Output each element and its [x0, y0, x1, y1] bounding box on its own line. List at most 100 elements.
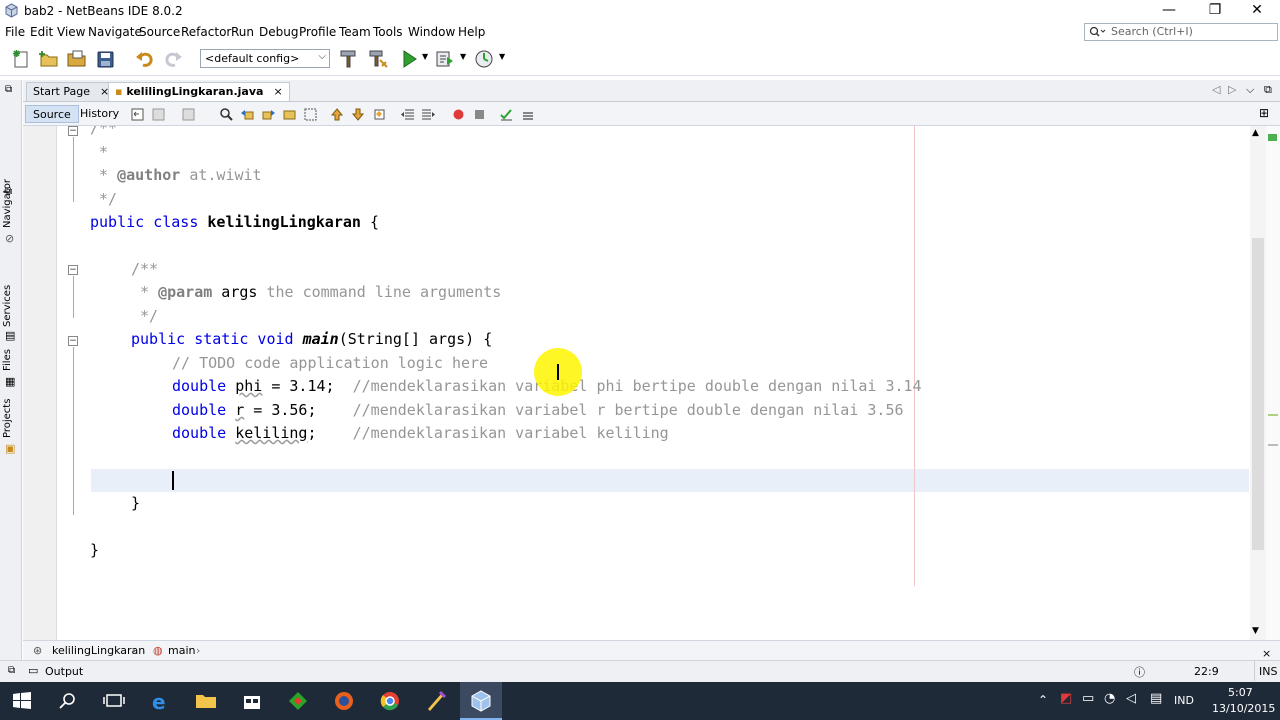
clock-date[interactable]: 13/10/2015: [1212, 702, 1275, 715]
comment-lines-icon[interactable]: [520, 107, 535, 122]
source-mode-button[interactable]: Source: [25, 105, 79, 123]
show-hidden-icons-icon[interactable]: ⌃: [1038, 693, 1048, 707]
menu-navigate[interactable]: Navigate: [88, 25, 142, 39]
notifications-icon[interactable]: ⓘ: [1134, 664, 1145, 680]
menu-file[interactable]: File: [5, 25, 25, 39]
line-number-gutter: [23, 126, 57, 640]
app-green-icon[interactable]: [286, 689, 310, 713]
menu-window[interactable]: Window: [408, 25, 455, 39]
input-language[interactable]: IND: [1174, 694, 1194, 707]
menu-source[interactable]: Source: [139, 25, 180, 39]
windows-start-icon[interactable]: [10, 689, 34, 713]
open-project-icon[interactable]: [66, 48, 88, 70]
search-input[interactable]: Search (Ctrl+I): [1084, 23, 1278, 41]
new-project-icon[interactable]: [38, 48, 60, 70]
fold-collapse-icon[interactable]: −: [68, 336, 78, 346]
menu-debug[interactable]: Debug: [259, 25, 298, 39]
run-dropdown-icon[interactable]: ▼: [422, 52, 428, 61]
menu-tools[interactable]: Tools: [373, 25, 403, 39]
shift-line-right-icon[interactable]: [421, 107, 436, 122]
close-window-button[interactable]: ✕: [1234, 0, 1280, 22]
debug-dropdown-icon[interactable]: ▼: [460, 52, 466, 61]
scrollbar-thumb[interactable]: [1252, 238, 1264, 550]
toggle-rectangular-selection-icon[interactable]: [303, 107, 318, 122]
netbeans-taskbar-icon[interactable]: [469, 689, 493, 713]
menu-team[interactable]: Team: [339, 25, 371, 39]
tray-app-icon[interactable]: ◩: [1060, 691, 1072, 706]
start-macro-recording-icon[interactable]: [451, 107, 466, 122]
minimize-button[interactable]: —: [1146, 0, 1192, 22]
config-select[interactable]: <default config> ⌵: [200, 49, 330, 68]
build-hammer-icon[interactable]: [338, 48, 360, 70]
toggle-highlight-icon[interactable]: [282, 107, 297, 122]
debug-icon[interactable]: [434, 48, 456, 70]
menu-run[interactable]: Run: [231, 25, 254, 39]
menu-help[interactable]: Help: [458, 25, 485, 39]
profile-dropdown-icon[interactable]: ▼: [499, 52, 505, 61]
split-editor-icon[interactable]: ⊞: [1259, 106, 1269, 120]
back-icon[interactable]: [151, 107, 166, 122]
store-icon[interactable]: [240, 689, 264, 713]
undo-icon[interactable]: [134, 48, 156, 70]
shift-line-left-icon[interactable]: [400, 107, 415, 122]
output-tab[interactable]: Output: [45, 665, 83, 678]
restore-window-icon[interactable]: ⧉: [1264, 83, 1272, 97]
close-output-icon[interactable]: ×: [1262, 647, 1271, 660]
clock-time[interactable]: 5:07: [1228, 686, 1253, 699]
paint-tool-icon[interactable]: [424, 689, 448, 713]
breadcrumb-method[interactable]: main: [168, 644, 195, 657]
new-file-icon[interactable]: [10, 48, 32, 70]
next-bookmark-icon[interactable]: [351, 107, 366, 122]
menu-view[interactable]: View: [57, 25, 85, 39]
menu-profile[interactable]: Profile: [299, 25, 336, 39]
fold-collapse-icon[interactable]: −: [68, 126, 78, 136]
error-stripe[interactable]: [1266, 126, 1280, 640]
chrome-icon[interactable]: [378, 689, 402, 713]
tab-kelilinglingkaran-java[interactable]: ▪ kelilingLingkaran.java ×: [108, 82, 290, 101]
restore-window-group-icon[interactable]: ⧉: [5, 84, 12, 95]
edge-browser-icon[interactable]: e: [148, 689, 172, 713]
show-opened-documents-icon[interactable]: ⌵: [1246, 83, 1254, 97]
code-line-17: // TODO code application logic here: [172, 354, 489, 372]
restore-window-group-icon-3[interactable]: ⧉: [8, 665, 15, 676]
run-icon[interactable]: [398, 48, 420, 70]
fold-collapse-icon[interactable]: −: [68, 265, 78, 275]
search-icon[interactable]: [56, 689, 80, 713]
close-tab-icon[interactable]: ×: [273, 85, 282, 98]
restore-window-group-icon-2[interactable]: ⧉: [5, 186, 12, 197]
scroll-tabs-right-icon[interactable]: ▷: [1228, 83, 1236, 96]
maximize-button[interactable]: ❐: [1192, 0, 1238, 22]
scroll-down-icon[interactable]: ▼: [1252, 626, 1259, 636]
previous-bookmark-icon[interactable]: [330, 107, 345, 122]
file-explorer-icon[interactable]: [194, 689, 218, 713]
stop-macro-recording-icon[interactable]: [472, 107, 487, 122]
menu-refactor[interactable]: Refactor: [181, 25, 231, 39]
firefox-icon[interactable]: [332, 689, 356, 713]
action-center-icon[interactable]: ▤: [1150, 691, 1162, 706]
find-icon[interactable]: [219, 107, 234, 122]
find-next-icon[interactable]: [261, 107, 276, 122]
scroll-up-icon[interactable]: ▲: [1252, 128, 1259, 138]
code-editor[interactable]: 7 8 9 10 11 12 13 14 15 16 17 18 19 20 2…: [23, 126, 1280, 640]
battery-icon[interactable]: ▭: [1082, 691, 1094, 706]
history-mode-button[interactable]: History: [73, 105, 126, 123]
task-view-icon[interactable]: [102, 689, 126, 713]
network-icon[interactable]: ◔: [1104, 691, 1115, 706]
redo-icon[interactable]: [162, 48, 184, 70]
side-tab-projects[interactable]: Projects: [2, 399, 13, 438]
tab-start-page[interactable]: Start Page ×: [26, 82, 117, 101]
find-previous-icon[interactable]: [240, 107, 255, 122]
check-source-icon[interactable]: [499, 107, 514, 122]
side-tab-services[interactable]: Services: [2, 285, 13, 327]
scroll-tabs-left-icon[interactable]: ◁: [1212, 83, 1220, 96]
forward-icon[interactable]: [181, 107, 196, 122]
side-tab-files[interactable]: Files: [2, 349, 13, 371]
volume-icon[interactable]: ◁: [1126, 691, 1136, 706]
clean-build-icon[interactable]: [367, 48, 389, 70]
profile-icon[interactable]: [473, 48, 495, 70]
save-all-icon[interactable]: [95, 48, 117, 70]
windows-taskbar: e ⌃ ◩ ▭ ◔ ◁ ▤ IND 5:07 13/10/2015: [0, 682, 1280, 720]
menu-edit[interactable]: Edit: [30, 25, 53, 39]
toggle-bookmark-icon[interactable]: [372, 107, 387, 122]
last-edit-icon[interactable]: [130, 107, 145, 122]
